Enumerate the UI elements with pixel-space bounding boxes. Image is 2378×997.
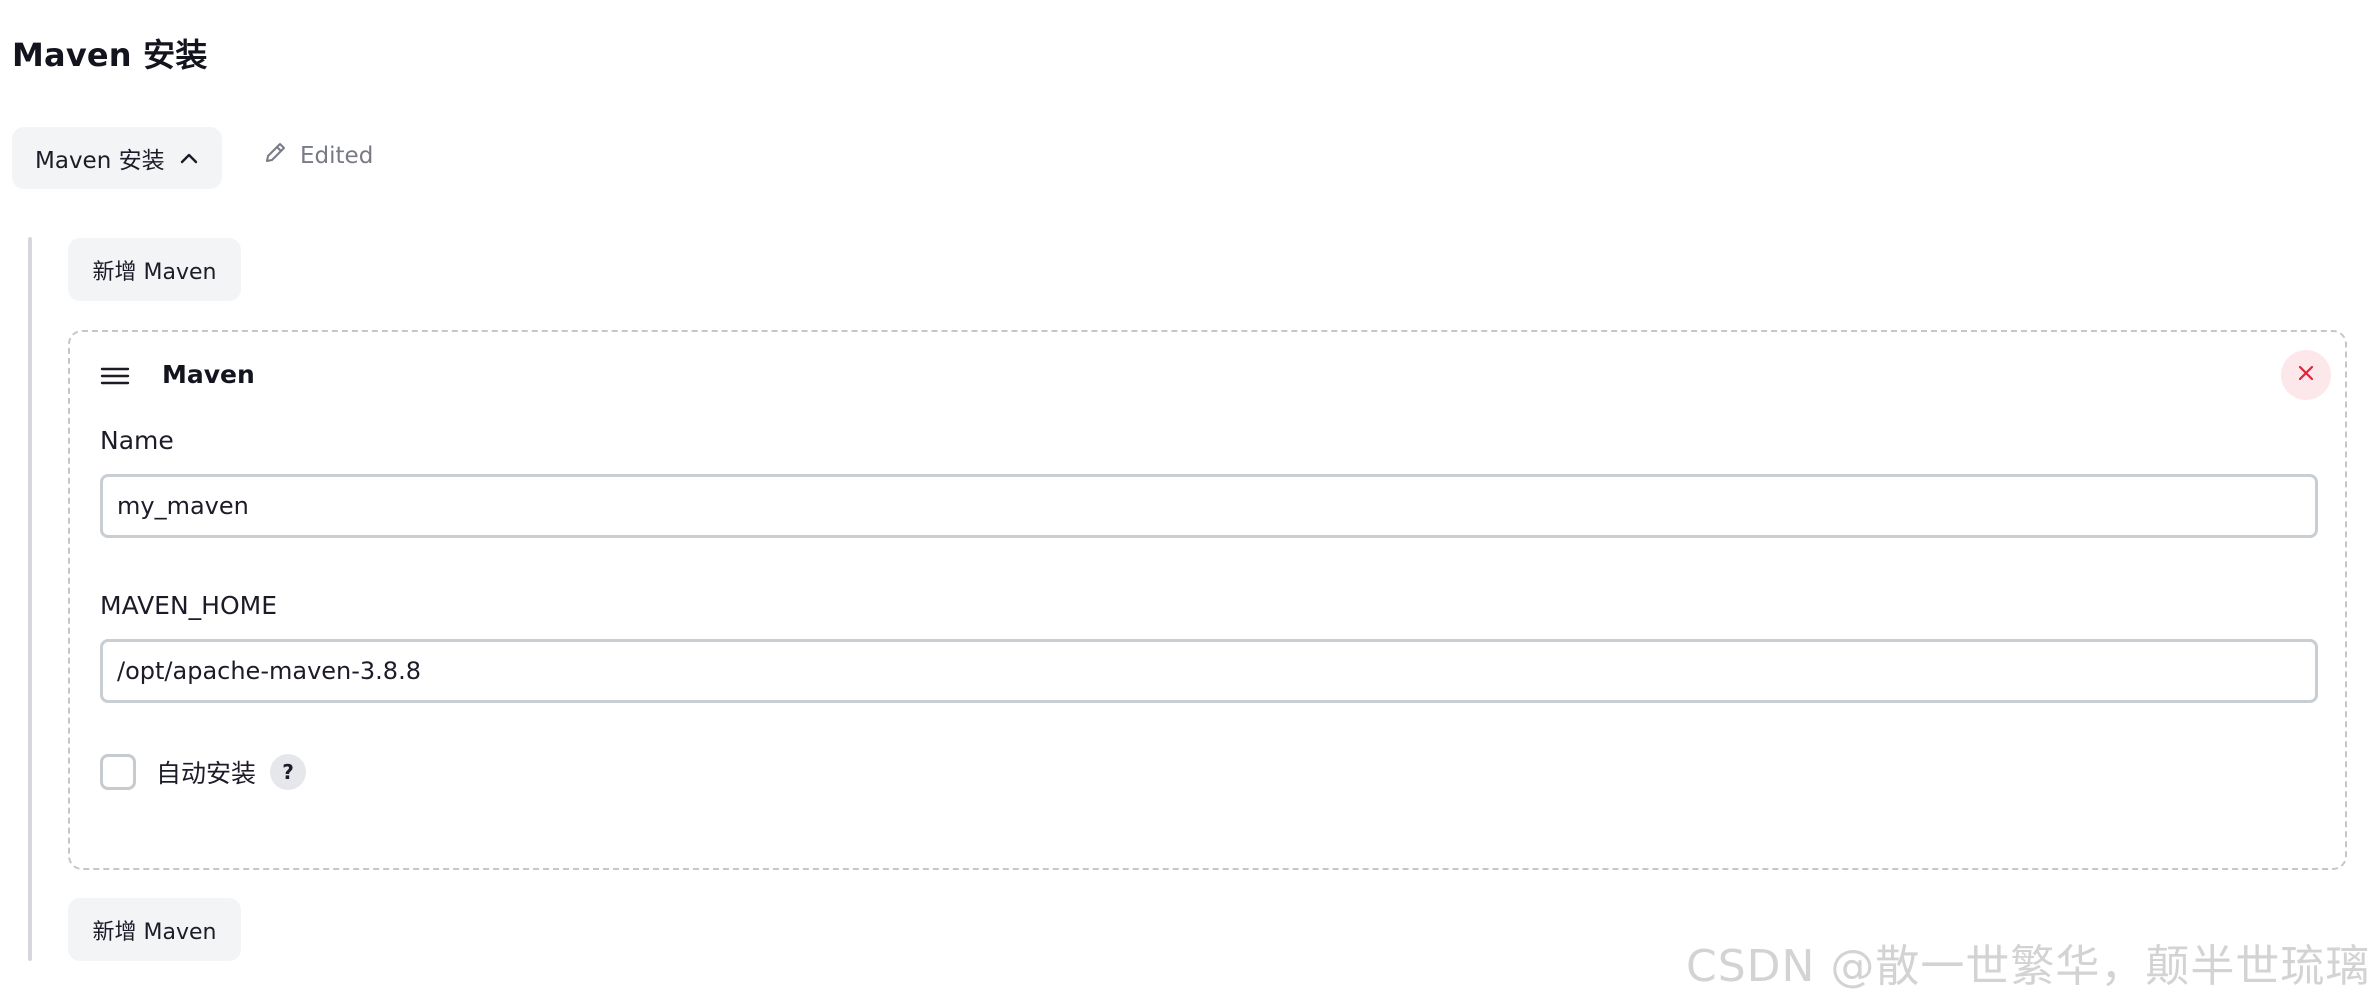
hamburger-menu-icon[interactable] [100,364,130,388]
delete-installation-button[interactable] [2281,350,2331,400]
maven-installation-card: Maven Name MAVEN_HOME 自动安装 ? [68,330,2347,870]
auto-install-checkbox[interactable] [100,754,136,790]
name-label: Name [100,426,174,455]
auto-install-row: 自动安装 ? [100,754,307,790]
pencil-icon [262,140,288,172]
section-collapse-toggle-button[interactable]: Maven 安装 [12,127,222,189]
watermark: CSDN @散一世繁华，颠半世琉璃 [1686,941,2371,992]
name-input[interactable] [100,474,2318,538]
section-left-rail [28,237,32,961]
chevron-up-icon [179,151,199,165]
help-icon[interactable]: ? [270,754,307,790]
add-maven-button-top[interactable]: 新增 Maven [68,238,241,301]
auto-install-label[interactable]: 自动安装 [156,754,256,790]
edited-indicator: Edited [262,140,373,172]
page-title: Maven 安装 [12,36,208,74]
close-icon [2297,364,2315,386]
toggle-label: Maven 安装 [35,148,165,174]
maven-home-label: MAVEN_HOME [100,591,278,620]
edited-label: Edited [300,143,374,169]
add-maven-button-bottom[interactable]: 新增 Maven [68,898,241,961]
maven-home-input[interactable] [100,639,2318,703]
card-title: Maven [162,360,255,389]
